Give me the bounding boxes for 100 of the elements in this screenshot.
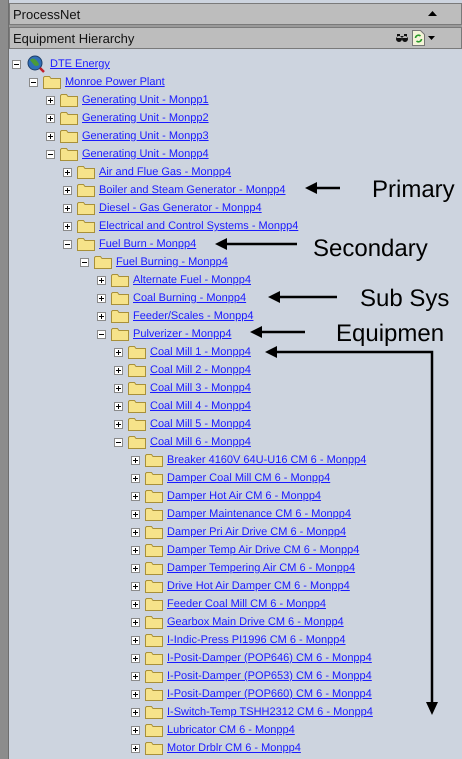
expand-icon[interactable] <box>63 222 72 230</box>
tree-item-link[interactable]: Monroe Power Plant <box>65 76 165 88</box>
collapse-caret-icon[interactable] <box>428 11 437 17</box>
tree-item-link[interactable]: Boiler and Steam Generator - Monpp4 <box>99 184 286 196</box>
folder-icon <box>145 453 163 467</box>
collapse-icon[interactable] <box>29 78 38 86</box>
expand-icon[interactable] <box>97 294 106 302</box>
folder-icon <box>128 417 146 431</box>
expand-icon[interactable] <box>97 312 106 320</box>
expand-icon[interactable] <box>131 528 140 536</box>
folder-icon <box>77 201 95 215</box>
refresh-icon[interactable] <box>412 30 425 46</box>
folder-icon <box>145 489 163 503</box>
expand-icon[interactable] <box>131 564 140 572</box>
expand-icon[interactable] <box>131 510 140 518</box>
expand-icon[interactable] <box>114 402 123 410</box>
tree-item-link[interactable]: Drive Hot Air Damper CM 6 - Monpp4 <box>167 580 350 592</box>
dropdown-caret-icon[interactable] <box>428 36 435 40</box>
tree-item-link[interactable]: I-Switch-Temp TSHH2312 CM 6 - Monpp4 <box>167 706 373 718</box>
collapse-icon[interactable] <box>80 258 89 266</box>
folder-icon <box>128 381 146 395</box>
tree-item-link[interactable]: Coal Mill 3 - Monpp4 <box>150 382 251 394</box>
folder-icon <box>60 93 78 107</box>
expand-icon[interactable] <box>131 726 140 734</box>
annotation-label: Sub Sys <box>360 285 450 313</box>
folder-icon <box>111 291 129 305</box>
expand-icon[interactable] <box>114 366 123 374</box>
tree-item-link[interactable]: Generating Unit - Monpp3 <box>82 130 209 142</box>
tree-item-link[interactable]: Generating Unit - Monpp4 <box>82 148 209 160</box>
tree-item-link[interactable]: Fuel Burn - Monpp4 <box>99 238 196 250</box>
expand-icon[interactable] <box>131 744 140 752</box>
expand-icon[interactable] <box>131 654 140 662</box>
tree-item-link[interactable]: Motor Drblr CM 6 - Monpp4 <box>167 742 301 754</box>
folder-icon <box>145 633 163 647</box>
tree-item-link[interactable]: Damper Maintenance CM 6 - Monpp4 <box>167 508 352 520</box>
expand-icon[interactable] <box>131 618 140 626</box>
tree-item-link[interactable]: Air and Flue Gas - Monpp4 <box>99 166 232 178</box>
tree-item-link[interactable]: DTE Energy <box>50 58 110 70</box>
folder-icon <box>60 111 78 125</box>
tree-item-link[interactable]: Electrical and Control Systems - Monpp4 <box>99 220 298 232</box>
collapse-icon[interactable] <box>63 240 72 248</box>
expand-icon[interactable] <box>131 600 140 608</box>
tree-item-link[interactable]: Feeder Coal Mill CM 6 - Monpp4 <box>167 598 326 610</box>
expand-icon[interactable] <box>131 474 140 482</box>
expand-icon[interactable] <box>131 672 140 680</box>
tree-item-link[interactable]: Lubricator CM 6 - Monpp4 <box>167 724 295 736</box>
expand-icon[interactable] <box>131 708 140 716</box>
tree-item-link[interactable]: I-Posit-Damper (POP660) CM 6 - Monpp4 <box>167 688 372 700</box>
tree-item-link[interactable]: Alternate Fuel - Monpp4 <box>133 274 252 286</box>
expand-icon[interactable] <box>63 168 72 176</box>
tree-item-link[interactable]: Feeder/Scales - Monpp4 <box>133 310 254 322</box>
tree-item-link[interactable]: Generating Unit - Monpp1 <box>82 94 209 106</box>
tree-item-link[interactable]: Damper Hot Air CM 6 - Monpp4 <box>167 490 322 502</box>
annotation-label: Secondary <box>313 235 428 263</box>
tree-item-link[interactable]: Coal Mill 4 - Monpp4 <box>150 400 251 412</box>
collapse-icon[interactable] <box>97 330 106 338</box>
collapse-icon[interactable] <box>46 150 55 158</box>
tree-item-link[interactable]: Gearbox Main Drive CM 6 - Monpp4 <box>167 616 344 628</box>
expand-icon[interactable] <box>46 114 55 122</box>
expand-icon[interactable] <box>63 186 72 194</box>
tree-item-link[interactable]: Coal Mill 5 - Monpp4 <box>150 418 251 430</box>
tree-item-link[interactable]: Pulverizer - Monpp4 <box>133 328 232 340</box>
expand-icon[interactable] <box>63 204 72 212</box>
tree-item-link[interactable]: Damper Temp Air Drive CM 6 - Monpp4 <box>167 544 360 556</box>
tree-item-link[interactable]: Damper Pri Air Drive CM 6 - Monpp4 <box>167 526 346 538</box>
expand-icon[interactable] <box>131 456 140 464</box>
folder-icon <box>60 147 78 161</box>
tree-item-link[interactable]: Coal Mill 6 - Monpp4 <box>150 436 251 448</box>
expand-icon[interactable] <box>114 420 123 428</box>
expand-icon[interactable] <box>131 546 140 554</box>
expand-icon[interactable] <box>131 492 140 500</box>
expand-icon[interactable] <box>46 132 55 140</box>
folder-icon <box>145 741 163 755</box>
folder-icon <box>145 705 163 719</box>
expand-icon[interactable] <box>131 582 140 590</box>
tree-item-link[interactable]: Coal Burning - Monpp4 <box>133 292 246 304</box>
tree-item-link[interactable]: Diesel - Gas Generator - Monpp4 <box>99 202 262 214</box>
tree-item-link[interactable]: I-Posit-Damper (POP653) CM 6 - Monpp4 <box>167 670 372 682</box>
folder-icon <box>77 237 95 251</box>
expand-icon[interactable] <box>46 96 55 104</box>
expand-icon[interactable] <box>114 348 123 356</box>
expand-icon[interactable] <box>97 276 106 284</box>
expand-icon[interactable] <box>114 384 123 392</box>
tree-item-link[interactable]: Coal Mill 1 - Monpp4 <box>150 346 251 358</box>
tree-item-link[interactable]: I-Indic-Press PI1996 CM 6 - Monpp4 <box>167 634 346 646</box>
collapse-icon[interactable] <box>12 60 21 68</box>
globe-icon <box>26 55 46 73</box>
folder-icon <box>77 183 95 197</box>
expand-icon[interactable] <box>131 690 140 698</box>
tree-item-link[interactable]: I-Posit-Damper (POP646) CM 6 - Monpp4 <box>167 652 372 664</box>
binoculars-icon[interactable] <box>395 32 409 44</box>
expand-icon[interactable] <box>131 636 140 644</box>
tree-item-link[interactable]: Breaker 4160V 64U-U16 CM 6 - Monpp4 <box>167 454 366 466</box>
tree-item-link[interactable]: Generating Unit - Monpp2 <box>82 112 209 124</box>
collapse-icon[interactable] <box>114 438 123 446</box>
folder-icon <box>145 561 163 575</box>
tree-item-link[interactable]: Damper Tempering Air CM 6 - Monpp4 <box>167 562 356 574</box>
tree-item-link[interactable]: Fuel Burning - Monpp4 <box>116 256 228 268</box>
tree-item-link[interactable]: Coal Mill 2 - Monpp4 <box>150 364 251 376</box>
tree-item-link[interactable]: Damper Coal Mill CM 6 - Monpp4 <box>167 472 330 484</box>
